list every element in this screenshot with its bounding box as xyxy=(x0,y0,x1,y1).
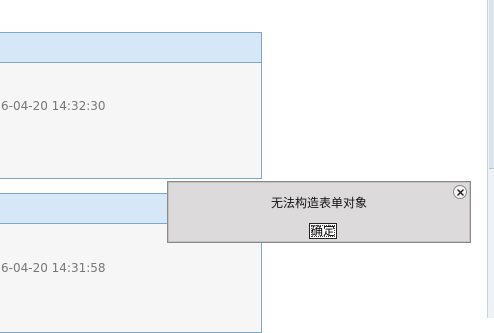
record-card: 6-04-20 14:32:30 xyxy=(0,32,262,179)
record-timestamp: 6-04-20 14:32:30 xyxy=(1,99,106,113)
record-card-header xyxy=(0,33,261,63)
alert-dialog: 无法构造表单对象 确定 xyxy=(167,181,471,243)
dialog-message: 无法构造表单对象 xyxy=(270,196,367,210)
record-timestamp: 6-04-20 14:31:58 xyxy=(1,261,106,275)
ok-button[interactable]: 确定 xyxy=(309,223,338,239)
vertical-scrollbar[interactable] xyxy=(487,0,494,318)
dialog-close-button[interactable] xyxy=(453,185,467,199)
scrollbar-thumb[interactable] xyxy=(489,0,494,169)
close-icon xyxy=(456,188,464,196)
